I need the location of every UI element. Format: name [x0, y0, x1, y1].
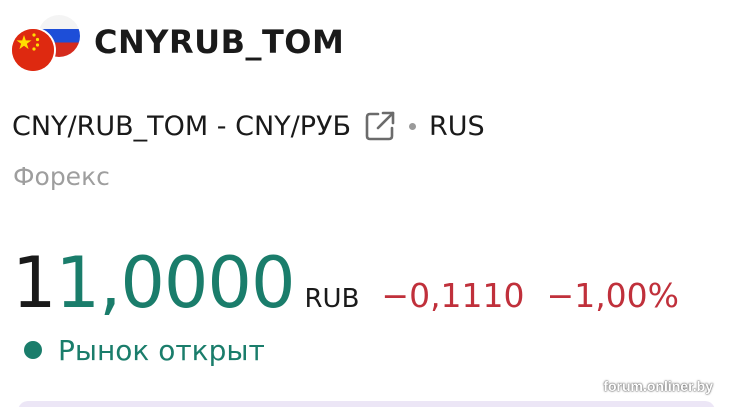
price-unchanged-digits: 1 — [12, 242, 57, 324]
ticker-title: CNYRUB_TOM — [94, 23, 345, 61]
instrument-full-name: CNY/RUB_TOM - CNY/РУБ — [12, 110, 352, 142]
china-flag-icon — [12, 29, 54, 71]
instrument-info: CNY/RUB_TOM - CNY/РУБ RUS — [12, 106, 485, 146]
external-link-icon[interactable] — [363, 109, 397, 143]
exchange-label: RUS — [429, 110, 485, 142]
price-row: 1 1,0000 RUB −0,1110 −1,00% — [12, 238, 679, 328]
price-change-percent: −1,00% — [546, 276, 680, 315]
separator-dot — [409, 122, 417, 130]
market-status-label: Рынок открыт — [58, 333, 265, 367]
market-status: Рынок открыт — [24, 330, 265, 370]
symbol-header: CNYRUB_TOM — [10, 12, 344, 72]
instrument-category: Форекс — [13, 162, 110, 191]
price-currency: RUB — [304, 284, 360, 314]
price-changed-digits: 1,0000 — [55, 242, 296, 324]
watermark: forum.onliner.by — [603, 378, 713, 394]
currency-flags — [10, 13, 80, 71]
market-open-status-icon — [24, 341, 42, 359]
price-change-absolute: −0,1110 — [381, 276, 525, 315]
page: CNYRUB_TOM CNY/RUB_TOM - CNY/РУБ RUS Фор… — [0, 0, 733, 407]
bottom-card — [18, 401, 715, 407]
